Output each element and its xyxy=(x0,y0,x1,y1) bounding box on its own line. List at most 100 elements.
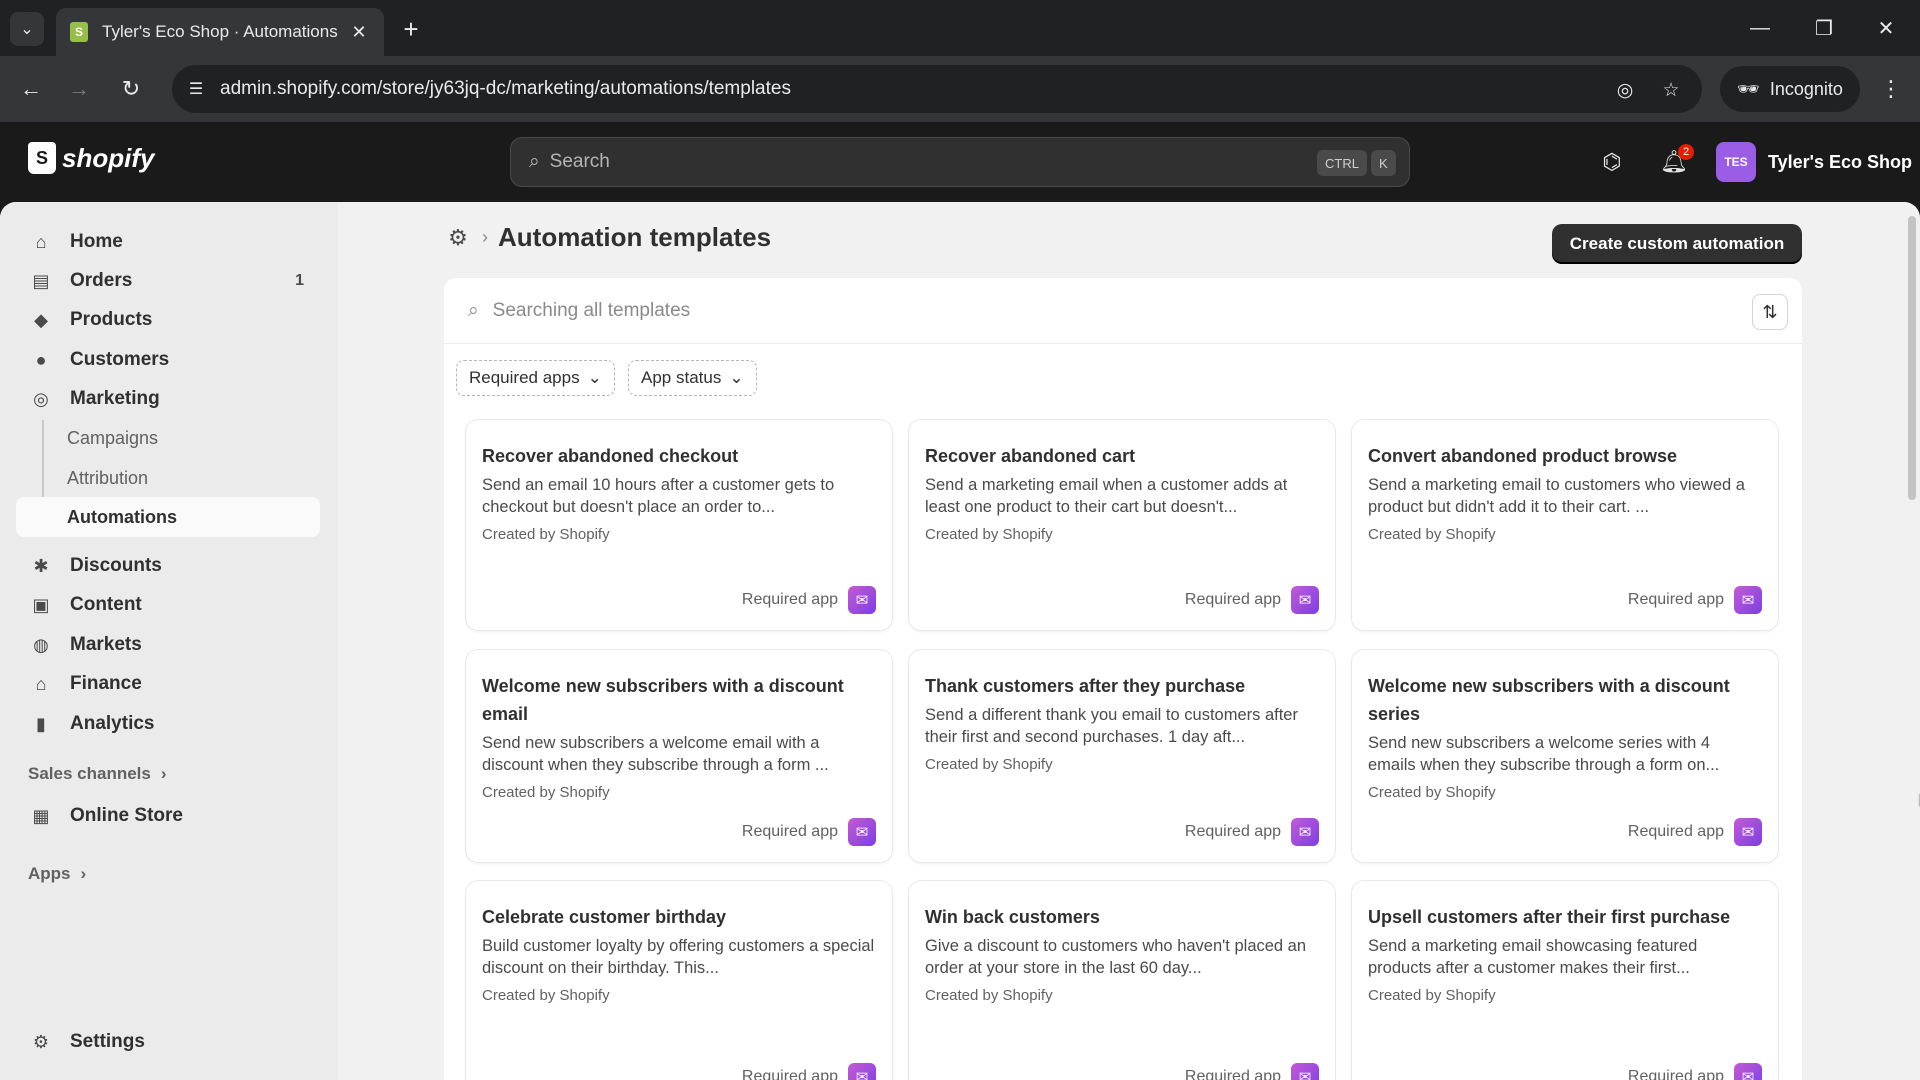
close-window-icon[interactable]: ✕ xyxy=(1866,12,1906,44)
back-icon[interactable]: ← xyxy=(14,72,48,106)
template-title: Convert abandoned product browse xyxy=(1368,446,1678,466)
sidebar-item-orders[interactable]: ▤ Orders 1 xyxy=(16,261,320,301)
sidebar-item-home[interactable]: ⌂ Home xyxy=(16,222,320,262)
orders-icon: ▤ xyxy=(32,270,50,291)
sidebar-item-content[interactable]: ▣ Content xyxy=(16,585,320,625)
page-title: Automation templates xyxy=(498,222,772,252)
create-custom-automation-button[interactable]: Create custom automation xyxy=(1552,224,1802,264)
template-author: Created by Shopify xyxy=(482,784,610,801)
shopify-email-app-icon[interactable]: ✉ xyxy=(1291,818,1319,846)
sales-channels-label: Sales channels xyxy=(28,764,151,783)
sidekick-icon[interactable]: ⌬ xyxy=(1594,144,1630,180)
store-menu[interactable]: TES Tyler's Eco Shop xyxy=(1716,142,1912,182)
apps-header[interactable]: Apps › xyxy=(28,864,86,884)
sidebar-item-discounts[interactable]: ✱ Discounts xyxy=(16,546,320,586)
sidebar-item-analytics[interactable]: ▮ Analytics xyxy=(16,704,320,744)
reload-icon[interactable]: ↻ xyxy=(114,72,148,106)
notification-badge: 2 xyxy=(1678,144,1694,160)
close-tab-icon[interactable]: ✕ xyxy=(348,21,370,43)
chevron-right-icon: › xyxy=(160,764,167,783)
sort-button[interactable]: ⇅ xyxy=(1752,294,1788,330)
sidebar-item-label: Markets xyxy=(70,634,142,655)
star-icon[interactable]: ☆ xyxy=(1658,77,1684,103)
template-description: Send an email 10 hours after a customer … xyxy=(482,476,835,516)
shopify-email-app-icon[interactable]: ✉ xyxy=(848,586,876,614)
address-bar[interactable]: ☰ admin.shopify.com/store/jy63jq-dc/mark… xyxy=(172,65,1702,113)
browser-menu-icon[interactable]: ⋮ xyxy=(1876,74,1906,104)
target-icon: ◎ xyxy=(33,388,49,409)
template-card[interactable]: Recover abandoned checkout Send an email … xyxy=(466,420,892,630)
shopify-bag-icon: S xyxy=(28,142,56,174)
content-icon: ▣ xyxy=(32,594,50,615)
template-description: Send new subscribers a welcome series wi… xyxy=(1368,734,1720,774)
sidebar-item-label: Settings xyxy=(70,1031,145,1052)
sidebar-item-label: Orders xyxy=(70,270,133,291)
browser-tab[interactable]: S Tyler's Eco Shop · Automations ✕ xyxy=(56,8,384,56)
shopify-email-app-icon[interactable]: ✉ xyxy=(1734,1063,1762,1080)
incognito-indicator[interactable]: 🕶 Incognito xyxy=(1720,66,1860,112)
template-author: Created by Shopify xyxy=(1368,784,1496,801)
template-description: Send new subscribers a welcome email wit… xyxy=(482,734,829,774)
sidebar-item-products[interactable]: ◆ Products xyxy=(16,300,320,340)
shopify-email-app-icon[interactable]: ✉ xyxy=(1734,818,1762,846)
filter-required-apps[interactable]: Required apps ⌄ xyxy=(456,360,615,396)
required-app: Required app ✉ xyxy=(742,818,876,846)
sidebar-item-finance[interactable]: ⌂ Finance xyxy=(16,664,320,704)
shopify-email-app-icon[interactable]: ✉ xyxy=(848,818,876,846)
template-card[interactable]: Upsell customers after their first purch… xyxy=(1352,881,1778,1080)
new-tab-button[interactable]: + xyxy=(396,14,426,44)
sidebar-item-marketing[interactable]: ◎ Marketing xyxy=(16,379,320,419)
admin-search-input[interactable]: ⌕ Search CTRL K xyxy=(510,137,1410,187)
shopify-email-app-icon[interactable]: ✉ xyxy=(1291,586,1319,614)
forward-icon[interactable]: → xyxy=(62,72,96,106)
template-description: Send a marketing email showcasing featur… xyxy=(1368,937,1698,977)
template-author: Created by Shopify xyxy=(482,526,610,543)
required-app: Required app ✉ xyxy=(1628,1063,1762,1080)
template-card[interactable]: Recover abandoned cart Send a marketing e… xyxy=(909,420,1335,630)
sidebar-item-automations[interactable]: Automations xyxy=(16,497,320,537)
template-author: Created by Shopify xyxy=(1368,526,1496,543)
shopify-email-app-icon[interactable]: ✉ xyxy=(848,1063,876,1080)
shopify-logo[interactable]: S shopify xyxy=(28,142,154,174)
restore-icon[interactable]: ❐ xyxy=(1804,12,1844,44)
browser-tab-bar: ⌄ S Tyler's Eco Shop · Automations ✕ + —… xyxy=(0,0,1920,56)
filter-label: App status xyxy=(641,368,722,387)
required-app-label: Required app xyxy=(1627,823,1724,840)
filter-app-status[interactable]: App status ⌄ xyxy=(628,360,757,396)
site-info-icon[interactable]: ☰ xyxy=(184,77,208,101)
sidebar-item-customers[interactable]: ● Customers xyxy=(16,340,320,380)
sidebar-item-label: Home xyxy=(70,231,123,252)
discount-icon: ✱ xyxy=(33,555,49,576)
shopify-email-app-icon[interactable]: ✉ xyxy=(1291,1063,1319,1080)
scrollbar[interactable] xyxy=(1908,216,1916,500)
tab-list-button[interactable]: ⌄ xyxy=(10,12,44,46)
sidebar-item-settings[interactable]: ⚙ Settings xyxy=(16,1022,320,1062)
admin-frame: ⌂ Home ▤ Orders 1 ◆ Products ● Customers… xyxy=(0,202,1920,1080)
template-card[interactable]: Welcome new subscribers with a discount … xyxy=(1352,650,1778,862)
eye-off-icon[interactable]: ◎ xyxy=(1612,77,1638,103)
template-card[interactable]: Celebrate customer birthday Build custome… xyxy=(466,881,892,1080)
sidebar-item-attribution[interactable]: Attribution xyxy=(16,458,320,498)
template-author: Created by Shopify xyxy=(925,526,1053,543)
sidebar-item-label: Finance xyxy=(70,673,142,694)
template-description: Send a marketing email to customers who … xyxy=(1368,476,1745,516)
template-title: Recover abandoned cart xyxy=(925,446,1136,466)
template-card[interactable]: Welcome new subscribers with a discount … xyxy=(466,650,892,862)
incognito-label: Incognito xyxy=(1769,78,1843,99)
sales-channels-header[interactable]: Sales channels › xyxy=(28,764,167,784)
sidebar-item-markets[interactable]: ◍ Markets xyxy=(16,625,320,665)
shopify-email-app-icon[interactable]: ✉ xyxy=(1734,586,1762,614)
template-card[interactable]: Thank customers after they purchase Send … xyxy=(909,650,1335,862)
sidebar-item-campaigns[interactable]: Campaigns xyxy=(16,418,320,458)
minimize-icon[interactable]: — xyxy=(1740,12,1780,44)
search-icon: ⌕ xyxy=(468,299,479,321)
required-app-label: Required app xyxy=(741,1068,838,1080)
sidebar-item-label: Customers xyxy=(70,349,170,370)
template-card[interactable]: Win back customers Give a discount to cus… xyxy=(909,881,1335,1080)
sidebar-item-online-store[interactable]: ▦ Online Store xyxy=(16,796,320,836)
template-title: Welcome new subscribers with a discount … xyxy=(1368,676,1730,724)
templates-search-input[interactable]: ⌕ Searching all templates xyxy=(444,278,1802,344)
automations-gear-icon[interactable]: ⚙ xyxy=(444,224,472,252)
template-card[interactable]: Convert abandoned product browse Send a m… xyxy=(1352,420,1778,630)
templates-search-placeholder: Searching all templates xyxy=(492,299,691,321)
